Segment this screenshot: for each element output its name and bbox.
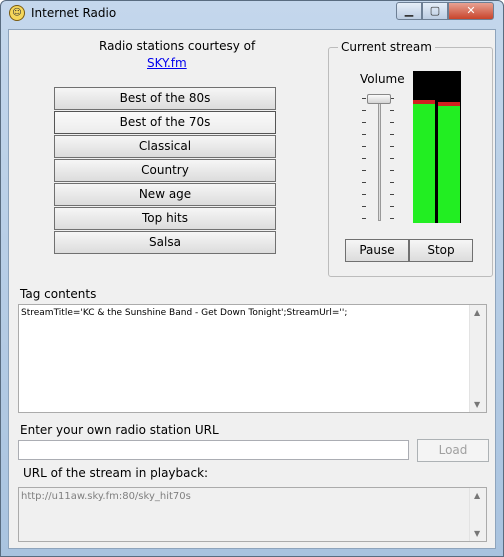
station-button-70s[interactable]: Best of the 70s xyxy=(54,111,276,134)
slider-tick xyxy=(362,134,366,135)
slider-tick xyxy=(362,170,366,171)
minimize-button[interactable]: ▁ xyxy=(396,2,422,20)
skyfm-link[interactable]: SKY.fm xyxy=(147,56,187,70)
station-button-country[interactable]: Country xyxy=(54,159,276,182)
volume-slider-thumb[interactable] xyxy=(367,94,391,104)
slider-tick xyxy=(362,194,366,195)
close-button[interactable]: ✕ xyxy=(448,2,494,20)
slider-tick xyxy=(390,206,394,207)
station-button-new-age[interactable]: New age xyxy=(54,183,276,206)
slider-tick xyxy=(362,110,366,111)
slider-tick xyxy=(390,194,394,195)
playback-scrollbar[interactable]: ▲ ▼ xyxy=(469,488,486,541)
slider-tick xyxy=(362,146,366,147)
station-button-salsa[interactable]: Salsa xyxy=(54,231,276,254)
playback-url-label: URL of the stream in playback: xyxy=(23,466,209,480)
scroll-down-icon[interactable]: ▼ xyxy=(474,400,480,409)
slider-tick xyxy=(390,146,394,147)
playback-url-textarea[interactable]: http://u11aw.sky.fm:80/sky_hit70s ▲ ▼ xyxy=(18,487,487,542)
client-area: Radio stations courtesy of SKY.fm Best o… xyxy=(8,29,496,549)
tag-contents-textarea[interactable]: StreamTitle='KC & the Sunshine Band - Ge… xyxy=(18,304,487,413)
app-window: ☺ Internet Radio ▁ ▢ ✕ Radio stations co… xyxy=(0,0,504,557)
slider-tick xyxy=(362,218,366,219)
current-stream-title: Current stream xyxy=(338,40,435,54)
tag-contents-text: StreamTitle='KC & the Sunshine Band - Ge… xyxy=(21,308,348,318)
station-button-80s[interactable]: Best of the 80s xyxy=(54,87,276,110)
right-channel-level xyxy=(438,106,460,223)
volume-slider-track[interactable] xyxy=(378,96,381,221)
station-button-top-hits[interactable]: Top hits xyxy=(54,207,276,230)
scroll-up-icon[interactable]: ▲ xyxy=(474,308,480,317)
stop-button[interactable]: Stop xyxy=(409,239,473,262)
window-title: Internet Radio xyxy=(31,6,117,20)
slider-tick xyxy=(362,206,366,207)
slider-tick xyxy=(362,122,366,123)
slider-tick xyxy=(390,122,394,123)
slider-tick xyxy=(390,170,394,171)
load-button[interactable]: Load xyxy=(417,439,489,462)
playback-scroll-up-icon[interactable]: ▲ xyxy=(474,491,480,500)
pause-button[interactable]: Pause xyxy=(345,239,409,262)
slider-tick xyxy=(390,158,394,159)
station-button-classical[interactable]: Classical xyxy=(54,135,276,158)
level-meter xyxy=(413,71,461,223)
slider-tick xyxy=(390,182,394,183)
credits-text: Radio stations courtesy of xyxy=(99,39,256,53)
tag-contents-label: Tag contents xyxy=(20,287,97,301)
playback-scroll-down-icon[interactable]: ▼ xyxy=(474,529,480,538)
slider-tick xyxy=(390,218,394,219)
slider-tick xyxy=(390,134,394,135)
slider-tick xyxy=(362,98,366,99)
left-channel-level xyxy=(413,104,435,223)
maximize-button[interactable]: ▢ xyxy=(422,2,448,20)
custom-url-input[interactable] xyxy=(18,440,409,460)
radio-app-icon: ☺ xyxy=(9,5,25,21)
playback-url-text: http://u11aw.sky.fm:80/sky_hit70s xyxy=(21,491,191,502)
volume-label: Volume xyxy=(360,72,405,86)
slider-tick xyxy=(390,110,394,111)
tag-scrollbar[interactable]: ▲ ▼ xyxy=(469,305,486,412)
slider-tick xyxy=(362,158,366,159)
title-bar[interactable]: ☺ Internet Radio ▁ ▢ ✕ xyxy=(1,1,503,27)
custom-url-label: Enter your own radio station URL xyxy=(20,423,219,437)
slider-tick xyxy=(362,182,366,183)
